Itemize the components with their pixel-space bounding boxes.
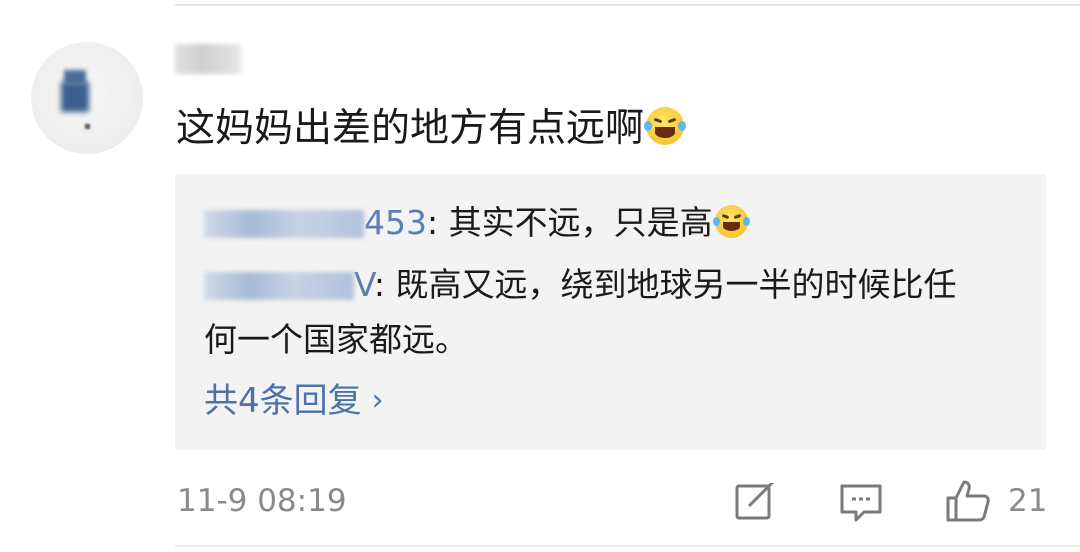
share-edit-icon[interactable] [733, 478, 777, 524]
top-divider [175, 4, 1080, 6]
view-more-replies-link[interactable]: 共4条回复 › [204, 378, 384, 424]
comment-text: 这妈妈出差的地方有点远啊 [176, 103, 687, 155]
comment-timestamp: 11-9 08:19 [177, 483, 347, 519]
reply-2-continued: 何一个国家都远。 [204, 316, 468, 364]
username-blurred[interactable] [175, 44, 241, 74]
thumbs-up-icon[interactable] [944, 478, 992, 524]
reply-username[interactable]: 453 [204, 203, 427, 242]
chevron-right-icon: › [371, 383, 384, 418]
comment-body: 这妈妈出差的地方有点远啊 [176, 106, 645, 151]
bottom-divider [175, 545, 1080, 547]
comment-bubble-icon[interactable] [838, 478, 884, 524]
reply-1: 453: 其实不远，只是高 [204, 199, 750, 247]
reply-text: 其实不远，只是高 [448, 203, 713, 242]
like-count: 21 [1008, 483, 1048, 519]
avatar[interactable] [31, 42, 143, 154]
reply-username[interactable]: V [204, 265, 374, 304]
avatar-blur [85, 124, 90, 129]
avatar-blur [61, 82, 89, 112]
reply-2: V: 既高又远，绕到地球另一半的时候比任 [204, 261, 957, 309]
laughing-tears-emoji-icon [644, 107, 687, 145]
crying-laughing-emoji-icon [712, 205, 750, 238]
reply-text: 何一个国家都远。 [204, 320, 468, 359]
reply-text: 既高又远，绕到地球另一半的时候比任 [395, 265, 957, 304]
